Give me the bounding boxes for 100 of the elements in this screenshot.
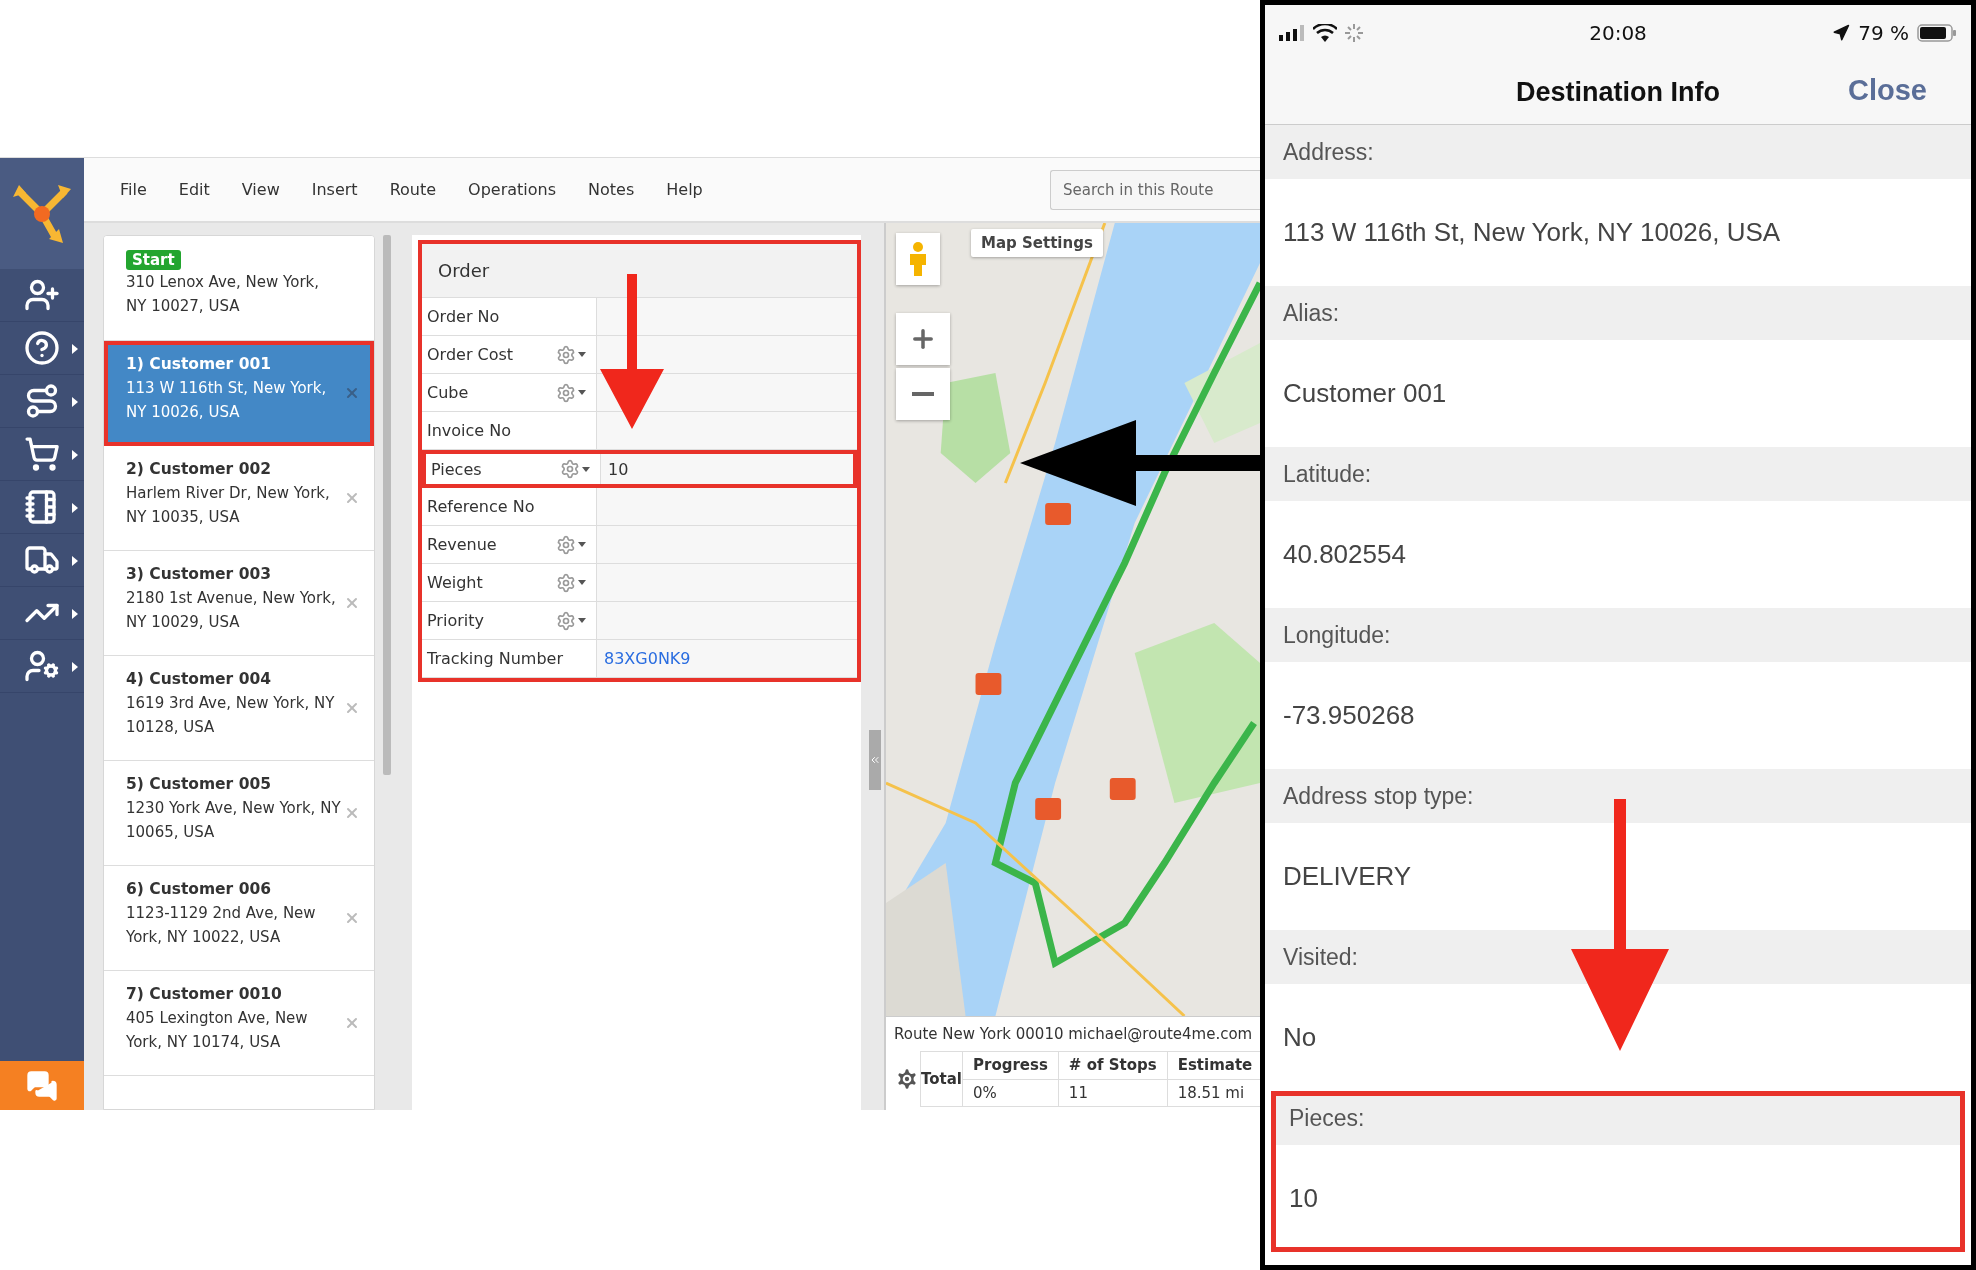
collapse-handle[interactable] <box>869 730 881 790</box>
field-value[interactable]: 83XG0NK9 <box>597 640 857 677</box>
caret-icon <box>72 450 78 460</box>
stop-title: 3) Customer 003 <box>126 565 273 583</box>
section-value: DELIVERY <box>1282 860 1413 893</box>
search-field[interactable]: Search in this Route <box>1050 169 1260 210</box>
stop-address: 2180 1st Avenue, New York, NY 10029, USA <box>126 588 337 633</box>
field-value[interactable] <box>597 488 857 525</box>
section-label: Address: <box>1265 125 1971 179</box>
person-icon <box>907 241 929 277</box>
location-icon <box>1832 24 1851 42</box>
section-label: Visited: <box>1265 930 1971 984</box>
section-label: Longitude: <box>1265 608 1971 662</box>
field-label: Reference No <box>427 497 536 516</box>
table-cell-text: 18.51 mi <box>1176 1082 1246 1104</box>
route-title: Route New York 00010 michael@route4me.com <box>894 1025 1252 1043</box>
menu-item[interactable]: Operations <box>468 180 557 199</box>
caret-icon <box>72 503 78 513</box>
stop-address: Harlem River Dr, New York, NY 10035, USA <box>126 483 331 528</box>
wifi-icon <box>1313 24 1337 42</box>
field-label: Pieces <box>431 459 483 479</box>
stop-card[interactable]: Start 310 Lenox Ave, New York, NY 10027, USA <box>104 236 374 341</box>
value-text: 10 <box>608 459 629 479</box>
battery-percent: 79 % <box>1858 21 1909 45</box>
gear-dropdown-icon[interactable] <box>556 610 586 631</box>
caret-icon <box>72 556 78 566</box>
menu-item[interactable]: Route <box>389 180 437 199</box>
stop-address: 405 Lexington Ave, New York, NY 10174, USA <box>126 1008 309 1053</box>
section-value: -73.950268 <box>1282 699 1416 732</box>
zoom-in-button[interactable] <box>896 313 950 365</box>
section-label: Alias: <box>1265 286 1971 340</box>
zoom-out-button[interactable] <box>896 368 950 420</box>
section-value: Customer 001 <box>1282 377 1448 410</box>
field-value[interactable] <box>597 336 857 373</box>
chat-button[interactable] <box>0 1061 84 1110</box>
field-label: Tracking Number <box>427 649 564 668</box>
route-icon <box>24 383 60 419</box>
field-value[interactable]: 10 <box>601 454 853 484</box>
stop-title: 1) Customer 001 <box>126 355 273 373</box>
user-plus-icon <box>24 277 60 313</box>
gear-dropdown-icon[interactable] <box>556 534 586 555</box>
caret-icon <box>72 609 78 619</box>
field-value[interactable] <box>597 298 857 335</box>
stop-address: 310 Lenox Ave, New York, NY 10027, USA <box>126 272 321 317</box>
section-value: No <box>1282 1021 1318 1054</box>
stop-card[interactable]: 1) Customer 001 113 W 116th St, New York, NY 10026, USA <box>104 341 374 446</box>
minus-icon <box>912 392 934 396</box>
stop-title: 4) Customer 004 <box>126 670 273 688</box>
order-title: Order <box>422 244 857 298</box>
signal-icon <box>1279 25 1305 41</box>
caret-icon <box>72 344 78 354</box>
section-value: 40.802554 <box>1282 538 1407 571</box>
gear-dropdown-icon[interactable] <box>556 344 586 365</box>
menu-item[interactable]: Insert <box>311 180 358 199</box>
menu-item[interactable]: Help <box>666 180 703 199</box>
field-label: Revenue <box>427 535 498 554</box>
battery-icon <box>1917 24 1957 42</box>
column-header: Progress <box>963 1052 1058 1080</box>
field-label: Weight <box>427 573 484 592</box>
stop-address: 1230 York Ave, New York, NY 10065, USA <box>126 798 341 843</box>
spinner-icon <box>1345 24 1363 42</box>
chat-icon <box>26 1069 58 1102</box>
status-time: 20:08 <box>1589 21 1647 45</box>
field-value[interactable] <box>597 564 857 601</box>
section-value: 113 W 116th St, New York, NY 10026, USA <box>1282 216 1782 249</box>
stop-address: 113 W 116th St, New York, NY 10026, USA <box>126 378 328 423</box>
stop-title: 7) Customer 0010 <box>126 985 283 1003</box>
stop-address: 1619 3rd Ave, New York, NY 10128, USA <box>126 693 336 738</box>
menu-item[interactable]: Notes <box>588 180 635 199</box>
logo[interactable] <box>11 182 73 245</box>
column-header: # of Stops <box>1058 1052 1167 1080</box>
field-label: Priority <box>427 611 485 630</box>
field-value[interactable] <box>597 602 857 639</box>
gear-dropdown-icon[interactable] <box>560 459 590 479</box>
stop-address: 1123-1129 2nd Ave, New York, NY 10022, USA <box>126 903 317 948</box>
section-value: 10 <box>1288 1182 1319 1215</box>
cart-icon <box>24 436 60 472</box>
menu-item[interactable]: Edit <box>178 180 210 199</box>
field-label: Cube <box>427 383 470 402</box>
gear-dropdown-icon[interactable] <box>556 572 586 593</box>
start-badge: Start <box>126 250 181 270</box>
table-cell-text: 0% <box>972 1082 998 1104</box>
total-label: Total <box>920 1051 963 1107</box>
stop-title: 6) Customer 006 <box>126 880 273 898</box>
field-label: Invoice No <box>427 421 513 440</box>
menu-item[interactable]: View <box>241 180 280 199</box>
section-label: Latitude: <box>1265 447 1971 501</box>
field-label: Order Cost <box>427 345 515 364</box>
field-label: Order No <box>427 307 501 326</box>
menu-item[interactable]: File <box>120 180 147 199</box>
map-settings-button[interactable]: Map Settings <box>971 229 1103 257</box>
user-gear-icon <box>24 648 60 684</box>
scrollbar[interactable] <box>383 235 391 775</box>
field-value[interactable] <box>597 526 857 563</box>
tracking-link[interactable]: 83XG0NK9 <box>604 649 691 668</box>
section-label: Address stop type: <box>1265 769 1971 823</box>
field-value[interactable] <box>597 412 857 449</box>
screen-title: Destination Info <box>1516 77 1720 108</box>
close-button[interactable]: Close <box>1842 73 1933 108</box>
gear-dropdown-icon[interactable] <box>556 382 586 403</box>
